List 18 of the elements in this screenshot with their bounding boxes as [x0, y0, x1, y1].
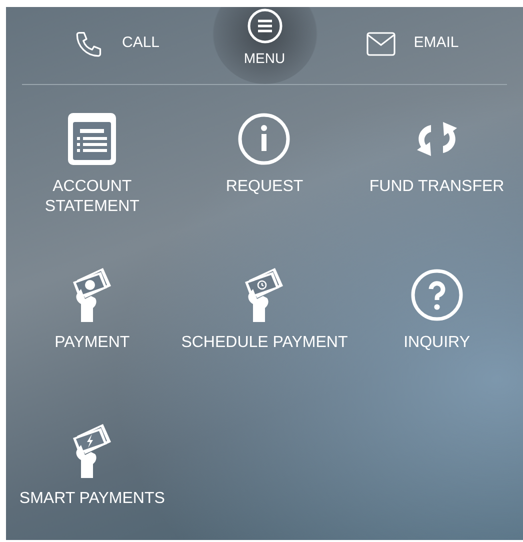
- hand-cash-bolt-icon: [71, 422, 114, 480]
- hand-cash-clock-icon: [243, 266, 286, 324]
- question-icon: [410, 267, 464, 323]
- call-button[interactable]: CALL: [22, 7, 212, 84]
- menu-button[interactable]: MENU: [212, 7, 318, 84]
- hand-cash-icon: [71, 266, 114, 324]
- menu-tile[interactable]: SCHEDULE PAYMENT: [178, 261, 351, 389]
- email-button[interactable]: EMAIL: [318, 7, 507, 84]
- document-icon: [66, 111, 118, 167]
- menu-tile[interactable]: INQUIRY: [350, 261, 523, 389]
- menu-tile[interactable]: REQUEST: [178, 105, 351, 233]
- menu-tile[interactable]: SMART PAYMENTS: [6, 417, 178, 540]
- menu-tile[interactable]: PAYMENT: [6, 261, 178, 389]
- menu-icon: [246, 8, 282, 44]
- info-icon: [237, 111, 292, 167]
- menu-tile[interactable]: ACCOUNT STATEMENT: [6, 105, 178, 233]
- envelope-icon: [366, 30, 396, 56]
- menu-tile[interactable]: FUND TRANSFER: [350, 105, 523, 233]
